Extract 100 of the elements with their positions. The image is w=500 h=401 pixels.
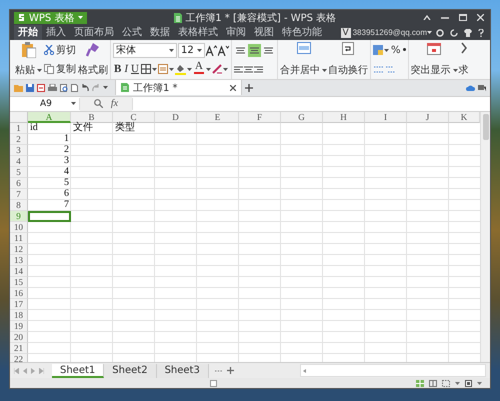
column-header[interactable]: E — [197, 112, 239, 123]
sheet-tab[interactable]: Sheet1 — [52, 364, 104, 378]
row-header[interactable]: 1 — [10, 122, 28, 134]
menu-tab[interactable]: 插入 — [42, 25, 70, 40]
format-painter-button[interactable]: 格式刷 — [78, 41, 108, 78]
row-header[interactable]: 12 — [10, 244, 28, 255]
row-header[interactable]: 5 — [10, 166, 28, 178]
font-color-button[interactable]: A — [192, 61, 205, 77]
borders-icon[interactable] — [140, 64, 151, 74]
horizontal-scrollbar[interactable] — [300, 364, 486, 377]
row-header[interactable]: 9 — [10, 210, 28, 222]
insert-function-button[interactable]: fx — [110, 98, 118, 110]
percent-button[interactable]: % — [390, 41, 402, 59]
decrease-font-icon[interactable] — [218, 44, 229, 56]
document-icon[interactable] — [71, 84, 78, 92]
merge-center-button[interactable]: 合并居中 — [280, 41, 327, 78]
menu-tab[interactable]: 特色功能 — [278, 25, 326, 40]
column-header[interactable]: B — [71, 112, 113, 123]
row-header[interactable]: 21 — [10, 342, 28, 354]
font-size-dropdown[interactable]: 12 — [178, 42, 205, 58]
font-name-dropdown[interactable]: 宋体 — [113, 42, 177, 58]
copy-button[interactable]: 复制 — [43, 60, 77, 78]
row-header[interactable]: 17 — [10, 298, 28, 310]
row-header[interactable]: 6 — [10, 178, 28, 189]
menu-tab[interactable]: 数据 — [146, 25, 174, 40]
underline-button[interactable]: U — [130, 61, 140, 77]
printer-icon[interactable] — [48, 84, 57, 92]
row-header[interactable]: 3 — [10, 144, 28, 156]
column-header[interactable]: A — [28, 112, 71, 123]
add-sheet-icon[interactable] — [226, 367, 234, 374]
column-header[interactable]: J — [407, 112, 449, 123]
column-header[interactable]: K — [449, 112, 480, 123]
comma-style-icon[interactable] — [402, 48, 406, 52]
italic-button[interactable]: I — [123, 61, 130, 77]
save-icon[interactable] — [26, 84, 34, 92]
increase-decimal-icon[interactable] — [373, 64, 384, 74]
row-header[interactable]: 14 — [10, 266, 28, 277]
sheet-tab[interactable]: Sheet3 — [156, 364, 209, 378]
new-tab-icon[interactable] — [244, 84, 253, 92]
column-header[interactable]: I — [365, 112, 407, 123]
app-menu-button[interactable]: WPS 表格 — [14, 12, 88, 24]
bold-button[interactable]: B — [113, 61, 122, 77]
vertical-align-button[interactable] — [248, 44, 261, 56]
fill-color-icon[interactable] — [174, 64, 186, 74]
increase-font-icon[interactable] — [206, 44, 217, 56]
wrap-text-button[interactable]: 自动换行 — [328, 41, 368, 78]
column-header[interactable]: D — [155, 112, 197, 123]
cloud-icon[interactable] — [466, 84, 475, 92]
column-header[interactable]: G — [281, 112, 323, 123]
menu-tab[interactable]: 开始 — [14, 25, 42, 40]
row-header[interactable]: 8 — [10, 200, 28, 211]
page-break-view-icon[interactable] — [442, 380, 450, 386]
gear-icon[interactable] — [436, 28, 444, 36]
refresh-icon[interactable] — [450, 28, 458, 36]
shirt-icon[interactable] — [464, 28, 472, 36]
status-sheet-icon — [210, 380, 216, 386]
row-header[interactable]: 15 — [10, 276, 28, 288]
menu-tab[interactable]: 审阅 — [222, 25, 250, 40]
decrease-decimal-icon[interactable] — [385, 64, 396, 74]
minimize-icon[interactable] — [441, 16, 449, 18]
paste-button[interactable]: 粘贴 — [15, 41, 42, 78]
help-icon[interactable] — [478, 28, 484, 36]
menu-tab[interactable]: 公式 — [118, 25, 146, 40]
maximize-icon[interactable] — [459, 14, 467, 21]
menu-tab[interactable]: 视图 — [250, 25, 278, 40]
highlight-button[interactable]: 突出显示 — [410, 41, 458, 78]
row-header[interactable]: 18 — [10, 310, 28, 321]
page-layout-view-icon[interactable] — [429, 380, 437, 386]
row-header[interactable]: 19 — [10, 320, 28, 332]
menu-tab[interactable]: 表格样式 — [174, 25, 222, 40]
print-preview-icon[interactable] — [60, 84, 68, 92]
align-center-icon[interactable] — [244, 66, 253, 72]
vertical-scrollbar[interactable] — [480, 112, 490, 362]
align-right-icon[interactable] — [254, 66, 263, 72]
row-header[interactable]: 2 — [10, 134, 28, 145]
close-icon[interactable] — [230, 84, 236, 91]
clear-format-icon[interactable] — [212, 64, 222, 74]
row-header[interactable]: 10 — [10, 222, 28, 233]
row-header[interactable]: 4 — [10, 156, 28, 167]
cut-button[interactable]: 剪切 — [43, 41, 77, 59]
row-header[interactable]: 16 — [10, 288, 28, 299]
row-header[interactable]: 20 — [10, 332, 28, 343]
menu-tab[interactable]: 页面布局 — [70, 25, 118, 40]
undo-icon[interactable] — [81, 84, 89, 92]
column-header[interactable]: C — [113, 112, 155, 123]
document-tab[interactable]: 工作簿1 * — [115, 80, 242, 96]
reading-mode-icon[interactable] — [465, 380, 472, 386]
selected-cell[interactable] — [28, 210, 71, 222]
align-left-icon[interactable] — [234, 66, 243, 72]
row-header[interactable]: 13 — [10, 254, 28, 266]
ribbon-overflow-button[interactable]: 求 — [458, 41, 469, 78]
row-header[interactable]: 7 — [10, 188, 28, 200]
zoom-search-icon[interactable] — [94, 99, 103, 108]
column-header[interactable]: H — [323, 112, 365, 123]
account-email[interactable]: 383951269@qq.com — [352, 28, 427, 38]
column-header[interactable]: F — [239, 112, 281, 123]
row-header[interactable]: 11 — [10, 232, 28, 244]
sheet-tab[interactable]: Sheet2 — [104, 364, 157, 378]
cell-style-icon[interactable] — [158, 64, 168, 74]
chevron-up-icon[interactable] — [423, 15, 431, 20]
